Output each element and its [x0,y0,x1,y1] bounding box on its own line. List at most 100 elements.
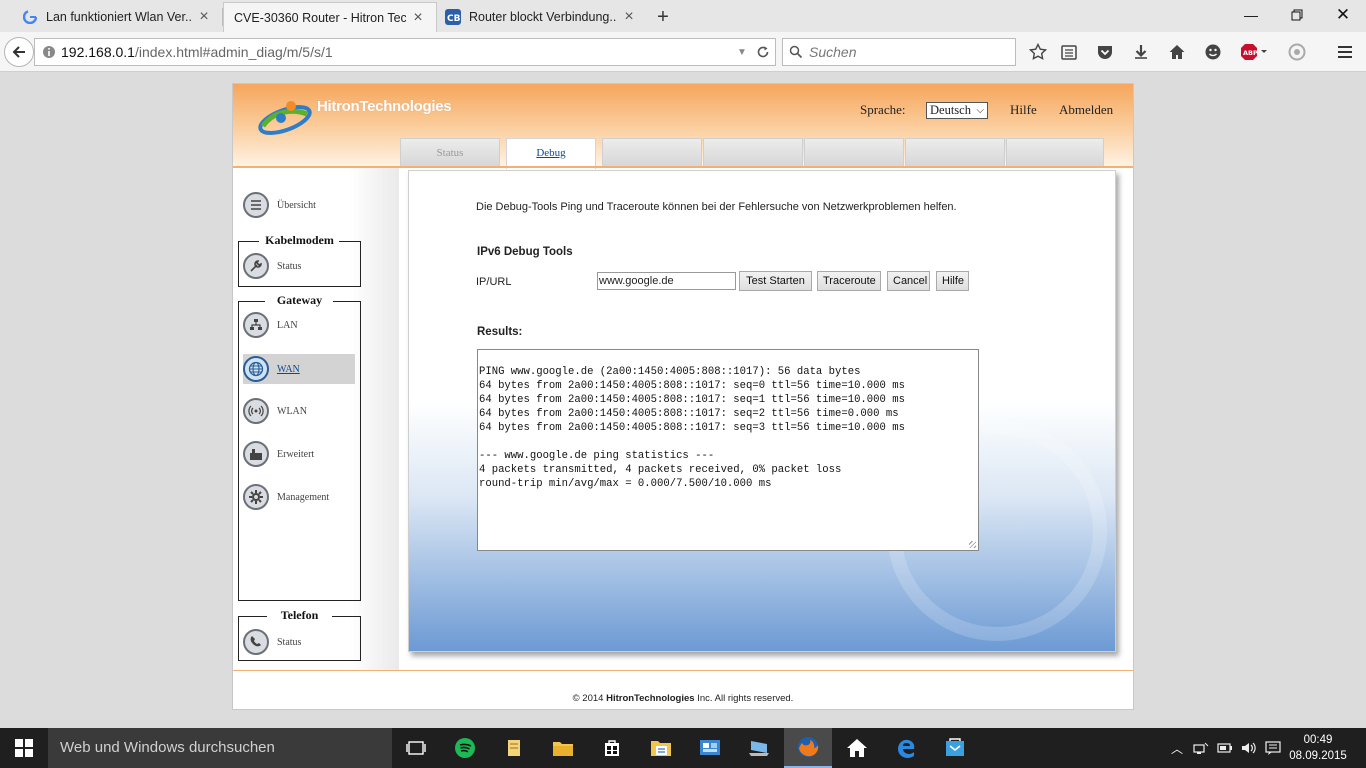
battery-icon[interactable] [1214,728,1236,768]
url-dropdown-icon[interactable]: ▼ [733,47,751,58]
tab-debug[interactable]: Debug [506,138,596,169]
tab-empty[interactable] [1006,138,1104,167]
documents-icon[interactable] [637,728,685,768]
section-title: IPv6 Debug Tools [477,246,573,258]
sidebar-item-wlan[interactable]: WLAN [243,396,355,426]
advanced-settings-icon [243,441,269,467]
sidebar-item-label: WAN [277,363,300,375]
wrench-icon [243,253,269,279]
tab-empty[interactable] [602,138,702,167]
sidebar-item-wan[interactable]: WAN [243,354,355,384]
cancel-button[interactable]: Cancel [887,271,930,291]
url-text[interactable]: 192.168.0.1/index.html#admin_diag/m/5/s/… [61,44,733,60]
minimize-icon[interactable]: — [1228,0,1274,30]
browser-tab-2[interactable]: CVE-30360 Router - Hitron Tec... × [223,2,437,32]
device-icon[interactable] [735,728,783,768]
gear-icon [243,484,269,510]
results-text: PING www.google.de (2a00:1450:4005:808::… [479,366,905,490]
site-info-icon[interactable] [37,45,61,59]
logout-link[interactable]: Abmelden [1059,102,1113,118]
close-window-icon[interactable]: ✕ [1320,0,1366,30]
bookmark-star-icon[interactable] [1026,40,1050,64]
ip-url-input[interactable] [597,272,736,290]
url-host: 192.168.0.1 [61,44,135,60]
action-center-icon[interactable] [1262,728,1284,768]
tab-empty[interactable] [905,138,1005,167]
maximize-icon[interactable] [1274,0,1320,30]
close-tab-icon[interactable]: × [410,9,426,26]
tab-title: CVE-30360 Router - Hitron Tec... [234,10,406,25]
browser-tab-1[interactable]: Lan funktioniert Wlan Ver... × [14,2,222,32]
volume-icon[interactable] [1238,728,1260,768]
back-arrow-icon [12,46,25,58]
sidebar-item-label: Status [277,636,302,648]
control-panel-icon[interactable] [686,728,734,768]
sidebar-item-kabelmodem-status[interactable]: Status [243,251,355,281]
sidebar-item-label: Erweitert [277,448,315,460]
network-icon [243,312,269,338]
resize-handle-icon[interactable] [969,541,976,548]
pocket-icon[interactable] [1093,40,1117,64]
group-title: Telefon [280,608,319,622]
router-page: HitronTechnologies Sprache: Deutsch ⌵ Hi… [232,83,1134,710]
brand-name: HitronTechnologies [317,98,452,115]
url-bar[interactable]: 192.168.0.1/index.html#admin_diag/m/5/s/… [34,38,776,66]
network-status-icon[interactable] [1190,728,1212,768]
system-clock[interactable]: 00:49 08.09.2015 [1288,732,1348,764]
sidebar-item-overview[interactable]: Übersicht [243,190,355,220]
browser-tab-bar: Lan funktioniert Wlan Ver... × CVE-30360… [0,0,1366,32]
group-title: Gateway [276,293,323,307]
firefox-icon[interactable] [784,728,832,768]
task-view-icon[interactable] [392,728,440,768]
help-link[interactable]: Hilfe [1010,102,1037,118]
mail-app-icon[interactable] [931,728,979,768]
file-explorer-icon[interactable] [490,728,538,768]
tab-status[interactable]: Status [400,138,500,167]
sidebar-item-erweitert[interactable]: Erweitert [243,439,355,469]
debug-panel: Die Debug-Tools Ping und Traceroute könn… [408,170,1116,652]
sidebar-item-management[interactable]: Management [243,482,355,512]
edge-icon[interactable] [882,728,930,768]
start-button[interactable] [0,728,48,768]
help-button[interactable]: Hilfe [936,271,969,291]
tab-empty[interactable] [804,138,904,167]
sidebar-item-lan[interactable]: LAN [243,310,355,340]
close-tab-icon[interactable]: × [196,8,212,25]
home-app-icon[interactable] [833,728,881,768]
menu-icon[interactable] [1333,40,1357,64]
traceroute-button[interactable]: Traceroute [817,271,881,291]
sidebar-item-label: LAN [277,319,298,331]
adblock-icon[interactable]: ABP [1239,40,1269,64]
sidebar-item-label: Management [277,491,330,503]
search-bar[interactable]: Suchen [782,38,1016,66]
home-icon[interactable] [1165,40,1189,64]
router-header: HitronTechnologies Sprache: Deutsch ⌵ Hi… [233,84,1133,169]
test-start-button[interactable]: Test Starten [739,271,812,291]
spotify-icon[interactable] [441,728,489,768]
sidebar-item-label: Übersicht [277,199,316,211]
new-tab-button[interactable]: + [650,4,676,30]
tab-title: Lan funktioniert Wlan Ver... [46,10,192,24]
search-icon [783,45,809,59]
close-tab-icon[interactable]: × [621,8,637,25]
browser-tab-3[interactable]: CB Router blockt Verbindung... × [437,2,647,32]
sidebar-item-telefon-status[interactable]: Status [243,627,355,657]
sync-icon[interactable] [1285,40,1309,64]
emoji-icon[interactable] [1201,40,1225,64]
reload-icon[interactable] [751,45,775,59]
download-icon[interactable] [1129,40,1153,64]
taskbar-search[interactable]: Web und Windows durchsuchen [48,728,392,768]
tab-empty[interactable] [703,138,803,167]
back-button[interactable] [4,37,34,67]
reader-list-icon[interactable] [1057,40,1081,64]
results-textarea[interactable]: PING www.google.de (2a00:1450:4005:808::… [477,349,979,551]
language-select[interactable]: Deutsch ⌵ [926,102,988,119]
tab-title: Router blockt Verbindung... [469,10,617,24]
store-icon[interactable] [588,728,636,768]
footer-copyright: © 2014 [572,693,604,704]
clock-date: 08.09.2015 [1289,750,1347,762]
url-path: /index.html#admin_diag/m/5/s/1 [134,44,333,60]
folder-icon[interactable] [539,728,587,768]
chevron-up-icon[interactable]: ︿ [1166,728,1188,768]
cb-icon: CB [445,9,461,25]
